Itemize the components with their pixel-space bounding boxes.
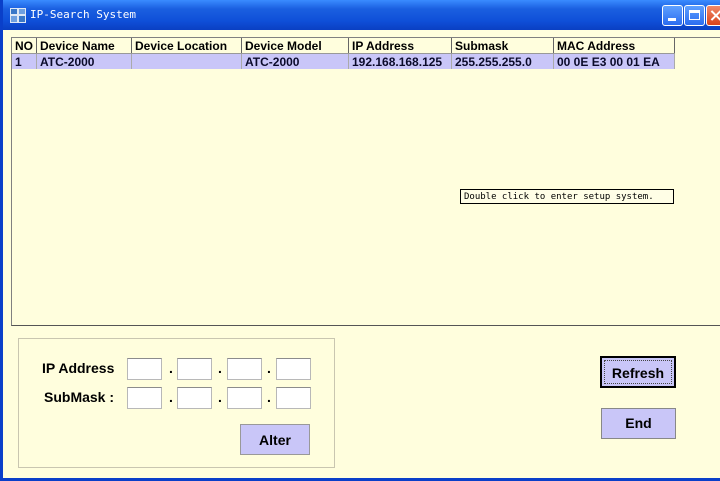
ip-separator: .: [267, 360, 271, 376]
ip-octet-4[interactable]: [276, 358, 311, 380]
refresh-button[interactable]: Refresh: [600, 356, 676, 388]
title-bar[interactable]: IP-Search System: [3, 0, 720, 30]
submask-octet-1[interactable]: [127, 387, 162, 409]
submask-separator: .: [267, 389, 271, 405]
cell-device-name: ATC-2000: [36, 53, 132, 69]
cell-no: 1: [12, 53, 37, 69]
maximize-icon[interactable]: [684, 5, 705, 26]
submask-separator: .: [218, 389, 222, 405]
close-icon[interactable]: [706, 5, 720, 26]
device-table: NO Device Name Device Location Device Mo…: [12, 38, 675, 69]
submask-separator: .: [169, 389, 173, 405]
device-list[interactable]: NO Device Name Device Location Device Mo…: [11, 37, 720, 326]
column-header-device-location[interactable]: Device Location: [131, 38, 242, 54]
column-header-device-name[interactable]: Device Name: [36, 38, 132, 54]
alter-button[interactable]: Alter: [240, 424, 310, 455]
ip-separator: .: [218, 360, 222, 376]
ip-octet-3[interactable]: [227, 358, 262, 380]
submask-label: SubMask :: [44, 389, 115, 405]
column-header-no[interactable]: NO: [12, 38, 37, 54]
submask-octet-4[interactable]: [276, 387, 311, 409]
cell-device-model: ATC-2000: [241, 53, 349, 69]
table-header-row: NO Device Name Device Location Device Mo…: [12, 38, 675, 54]
cell-device-location: [131, 53, 242, 69]
end-button[interactable]: End: [601, 408, 676, 439]
column-header-device-model[interactable]: Device Model: [241, 38, 349, 54]
minimize-icon[interactable]: [662, 5, 683, 26]
ip-octet-2[interactable]: [177, 358, 212, 380]
window-title: IP-Search System: [30, 8, 136, 21]
ip-octet-1[interactable]: [127, 358, 162, 380]
cell-mac-address: 00 0E E3 00 01 EA: [553, 53, 675, 69]
column-header-mac-address[interactable]: MAC Address: [553, 38, 675, 54]
submask-octet-3[interactable]: [227, 387, 262, 409]
tooltip: Double click to enter setup system.: [460, 189, 674, 204]
app-icon: [10, 8, 26, 23]
cell-ip-address: 192.168.168.125: [348, 53, 452, 69]
column-header-ip-address[interactable]: IP Address: [348, 38, 452, 54]
cell-submask: 255.255.255.0: [451, 53, 554, 69]
column-header-submask[interactable]: Submask: [451, 38, 554, 54]
ip-separator: .: [169, 360, 173, 376]
ip-search-window: IP-Search System NO Device Name Device L…: [0, 0, 720, 481]
ip-address-label: IP Address: [42, 360, 115, 376]
table-row[interactable]: 1 ATC-2000 ATC-2000 192.168.168.125 255.…: [12, 53, 675, 69]
submask-octet-2[interactable]: [177, 387, 212, 409]
